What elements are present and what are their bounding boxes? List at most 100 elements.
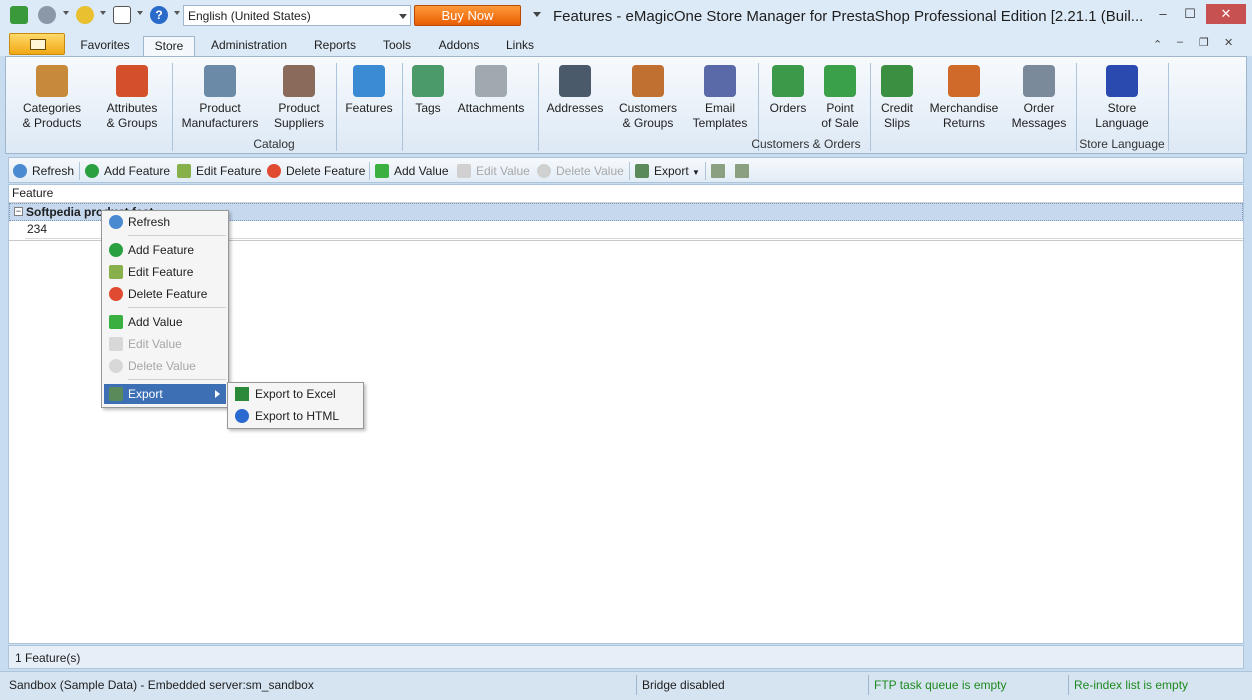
order-messages-button[interactable]: Order Messages [1008, 65, 1070, 131]
application-menu-button[interactable] [9, 33, 65, 55]
chevron-down-icon[interactable] [174, 11, 180, 15]
tab-tools[interactable]: Tools [374, 36, 420, 56]
help-icon[interactable]: ? [150, 6, 168, 24]
tags-button[interactable]: Tags [408, 65, 448, 116]
tab-links[interactable]: Links [498, 36, 542, 56]
customers-groups-button[interactable]: Customers & Groups [614, 65, 682, 131]
collapse-ribbon-icon[interactable]: ⌃ [1153, 38, 1162, 51]
features-button[interactable]: Features [342, 65, 396, 116]
separator [1068, 675, 1069, 695]
point-of-sale-button[interactable]: Point of Sale [816, 65, 864, 131]
menu-item-refresh[interactable]: Refresh [104, 212, 226, 232]
menu-item-edit-value[interactable]: Edit Value [104, 334, 226, 354]
credit-slips-button[interactable]: Credit Slips [874, 65, 920, 131]
attachments-button[interactable]: Attachments [454, 65, 528, 116]
product-manufacturers-button[interactable]: Product Manufacturers [178, 65, 262, 131]
button-label: Templates [692, 116, 748, 130]
menu-separator [128, 235, 226, 236]
language-select[interactable]: English (United States) [183, 5, 411, 26]
context-menu: Refresh Add Feature Edit Feature Delete … [101, 210, 229, 408]
window-icon[interactable] [113, 6, 131, 24]
language-icon [1106, 65, 1138, 97]
store-language-group-label: Store Language [1079, 137, 1165, 151]
product-suppliers-button[interactable]: Product Suppliers [268, 65, 330, 131]
column-header-feature[interactable]: Feature [9, 185, 1243, 203]
attributes-groups-button[interactable]: Attributes & Groups [98, 65, 166, 131]
merchandise-returns-button[interactable]: Merchandise Returns [924, 65, 1004, 131]
add-value-button[interactable]: Add Value [375, 162, 449, 180]
settings-icon[interactable] [38, 6, 56, 24]
add-feature-button[interactable]: Add Feature [85, 162, 170, 180]
pencil-icon [457, 164, 471, 178]
orders-button[interactable]: Orders [764, 65, 812, 116]
categories-products-button[interactable]: Categories & Products [16, 65, 88, 131]
close-button[interactable]: ✕ [1206, 4, 1246, 24]
record-count: 1 Feature(s) [8, 645, 1244, 669]
feature-value: 234 [27, 222, 48, 236]
button-label: Categories [22, 101, 82, 115]
menu-item-export[interactable]: Export [104, 384, 226, 404]
pencil-icon [109, 265, 123, 279]
store-icon [283, 65, 315, 97]
delete-feature-button[interactable]: Delete Feature [267, 162, 365, 180]
delete-value-button[interactable]: Delete Value [537, 162, 624, 180]
menu-item-add-feature[interactable]: Add Feature [104, 240, 226, 260]
chevron-down-icon[interactable] [100, 11, 106, 15]
export-icon [109, 387, 123, 401]
button-label: Export [654, 164, 689, 178]
menu-item-export-excel[interactable]: Export to Excel [230, 384, 361, 404]
addresses-button[interactable]: Addresses [544, 65, 606, 116]
export-dropdown-button[interactable]: Export ▼ [635, 162, 700, 180]
button-label: Slips [883, 116, 910, 130]
mdi-restore-icon[interactable]: ❐ [1199, 36, 1209, 49]
maximize-button[interactable]: ☐ [1177, 4, 1203, 24]
button-label: Credit [880, 101, 913, 115]
separator [172, 63, 173, 151]
minimize-button[interactable]: – [1150, 4, 1176, 24]
chevron-down-icon [399, 14, 407, 19]
connect-icon[interactable] [76, 6, 94, 24]
tab-favorites[interactable]: Favorites [74, 36, 136, 56]
window-title: Features - eMagicOne Store Manager for P… [553, 8, 1144, 25]
expand-all-button[interactable] [711, 162, 730, 180]
customize-quick-access-icon[interactable] [533, 12, 541, 17]
button-label: Language [1095, 116, 1149, 130]
edit-value-button[interactable]: Edit Value [457, 162, 530, 180]
export-submenu: Export to Excel Export to HTML [227, 382, 364, 429]
menu-item-delete-feature[interactable]: Delete Feature [104, 284, 226, 304]
pencil-icon [177, 164, 191, 178]
buy-now-button[interactable]: Buy Now [414, 5, 521, 26]
button-label: Messages [1011, 116, 1067, 130]
tab-store[interactable]: Store [143, 36, 195, 56]
menu-item-export-html[interactable]: Export to HTML [230, 406, 361, 426]
mdi-close-icon[interactable]: ✕ [1224, 36, 1233, 49]
collapse-toggle[interactable]: − [14, 207, 23, 216]
chevron-down-icon[interactable] [63, 11, 69, 15]
collapse-all-button[interactable] [735, 162, 754, 180]
mdi-minimize-icon[interactable]: – [1177, 36, 1183, 48]
menu-item-label: Add Feature [128, 243, 195, 257]
menu-separator [128, 307, 226, 308]
menu-item-add-value[interactable]: Add Value [104, 312, 226, 332]
menu-item-delete-value[interactable]: Delete Value [104, 356, 226, 376]
refresh-button[interactable]: Refresh [13, 162, 74, 180]
button-label: Orders [769, 101, 807, 115]
menu-item-label: Delete Value [128, 359, 196, 373]
tab-administration[interactable]: Administration [202, 36, 296, 56]
button-label: of Sale [821, 116, 859, 130]
menu-item-edit-feature[interactable]: Edit Feature [104, 262, 226, 282]
separator [629, 162, 630, 180]
tab-addons[interactable]: Addons [430, 36, 488, 56]
tab-reports[interactable]: Reports [305, 36, 365, 56]
users-icon [632, 65, 664, 97]
chevron-down-icon: ▼ [692, 168, 700, 177]
button-label: Tags [415, 101, 441, 115]
app-icon[interactable] [10, 6, 28, 24]
store-language-button[interactable]: Store Language [1086, 65, 1158, 131]
add-icon [85, 164, 99, 178]
chevron-down-icon[interactable] [137, 11, 143, 15]
button-label: & Products [22, 116, 82, 130]
edit-feature-button[interactable]: Edit Feature [177, 162, 261, 180]
button-label: Store [1107, 101, 1137, 115]
email-templates-button[interactable]: Email Templates [688, 65, 752, 131]
